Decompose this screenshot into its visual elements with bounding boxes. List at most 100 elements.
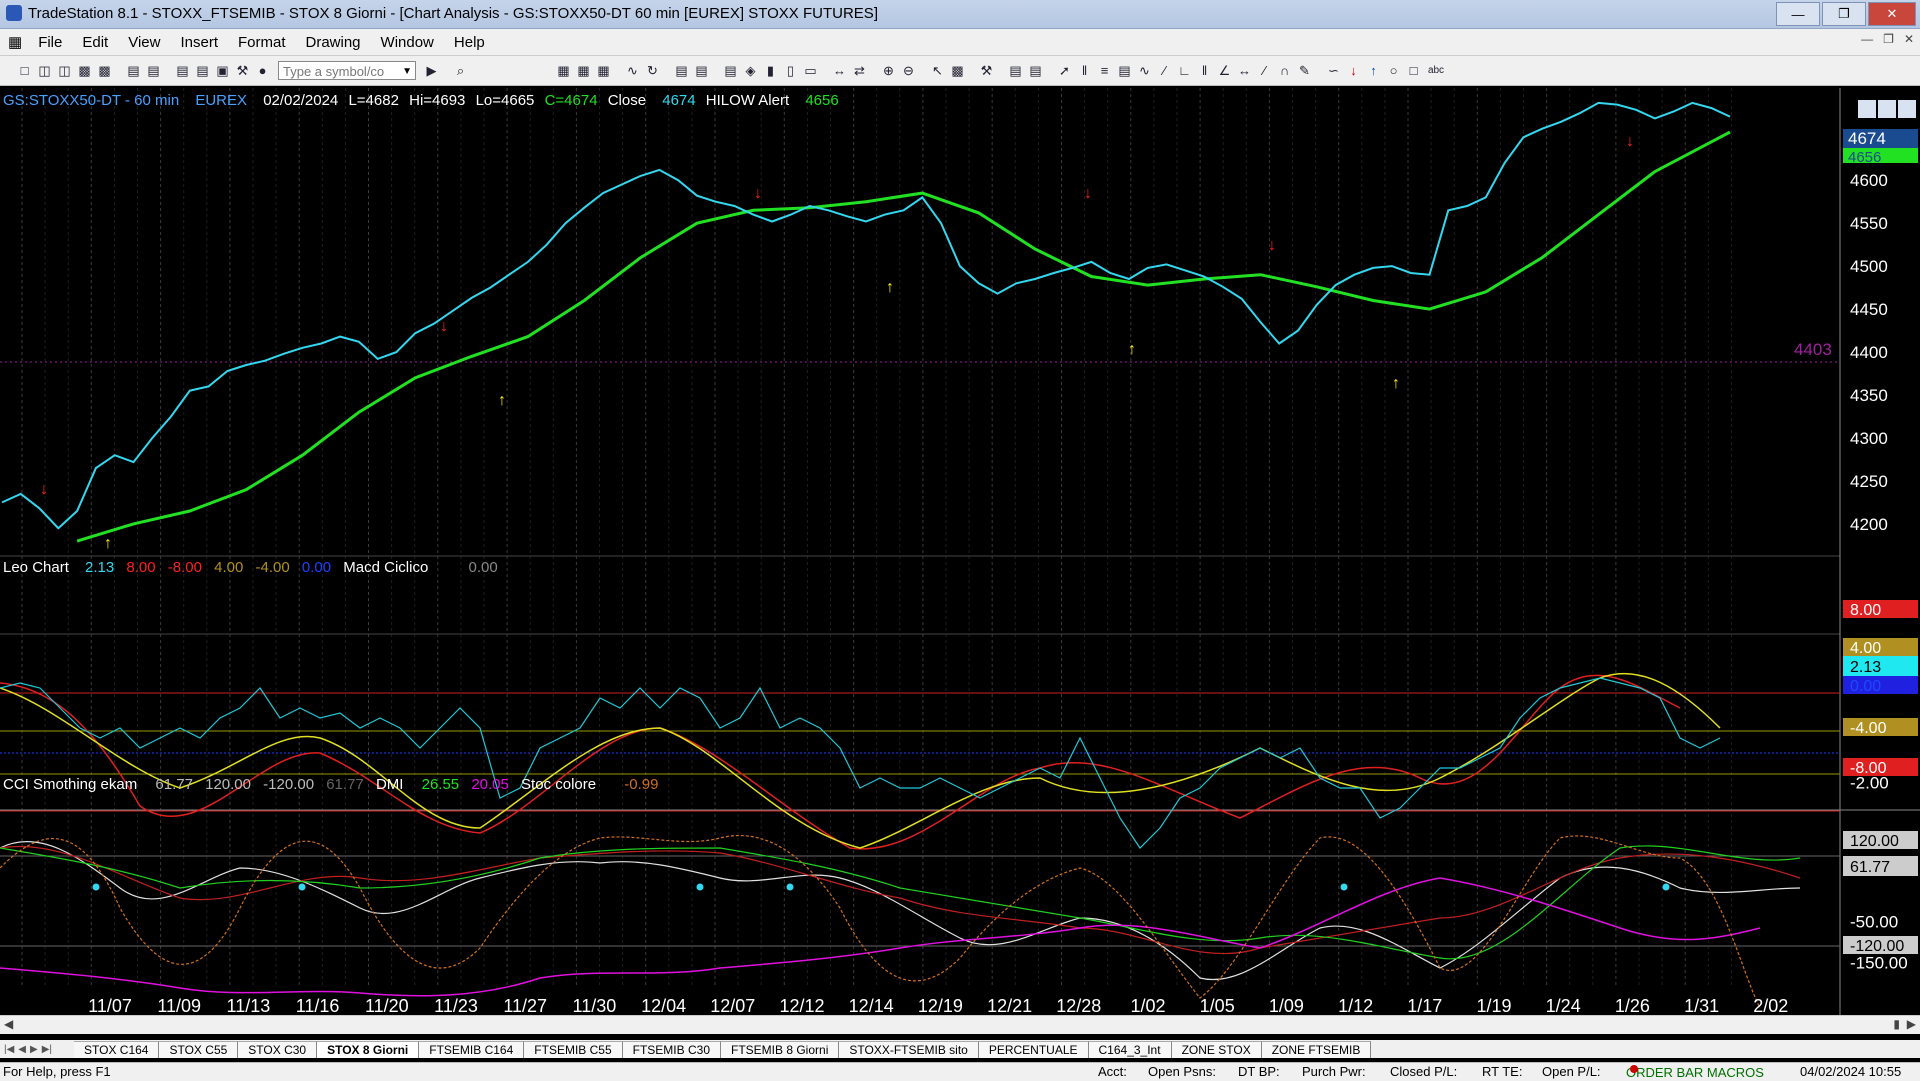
- radar-icon[interactable]: ▤: [722, 62, 739, 79]
- next-tab-icon[interactable]: ▶: [30, 1044, 38, 1055]
- candle-chart-icon[interactable]: ▮: [762, 62, 779, 79]
- menu-view[interactable]: View: [118, 34, 170, 51]
- chart-canvas[interactable]: 4600 4550 4500 4450 4400 4350 4300 4250 4200 ↓ ↓…: [0, 88, 1920, 1075]
- workspace-tab[interactable]: STOX 8 Giorni: [317, 1040, 420, 1058]
- close-button[interactable]: ✕: [1868, 2, 1916, 26]
- new-icon[interactable]: □: [16, 62, 33, 79]
- workspace-tab[interactable]: C164_3_Int: [1088, 1040, 1172, 1058]
- print-preview-icon[interactable]: ▤: [125, 62, 142, 79]
- save-workspace-icon[interactable]: ▩: [96, 62, 113, 79]
- workspace-tab[interactable]: STOX C164: [74, 1040, 160, 1058]
- horizontal-scrollbar[interactable]: ◀ ▮ ▶: [0, 1015, 1920, 1034]
- arrow-both-icon[interactable]: ↔: [1236, 62, 1253, 79]
- chevron-down-icon[interactable]: ▼: [402, 62, 412, 81]
- first-tab-icon[interactable]: |◀: [4, 1044, 14, 1055]
- curve-icon[interactable]: ∽: [1325, 62, 1342, 79]
- scroll-left-icon[interactable]: ◀: [4, 1017, 13, 1031]
- tools-icon[interactable]: ⚒: [234, 62, 251, 79]
- vertical-lines-icon[interactable]: ‖: [1076, 62, 1093, 79]
- restore-button[interactable]: ❐: [1822, 2, 1866, 26]
- workspace-tab[interactable]: ZONE FTSEMIB: [1261, 1040, 1372, 1058]
- workspace-tab[interactable]: FTSEMIB C55: [524, 1040, 623, 1058]
- menu-help[interactable]: Help: [444, 34, 495, 51]
- zoom-out-icon[interactable]: ⊖: [900, 62, 917, 79]
- sell-arrow-icon: ↓: [1626, 133, 1634, 150]
- menu-window[interactable]: Window: [371, 34, 444, 51]
- grid-icon[interactable]: ▦: [555, 62, 572, 79]
- horizontal-lines-icon[interactable]: ≡: [1096, 62, 1113, 79]
- workspace-tab[interactable]: STOX C30: [238, 1040, 318, 1058]
- document-icon[interactable]: ▦: [0, 33, 28, 51]
- workspace-tab[interactable]: PERCENTUALE: [978, 1040, 1089, 1058]
- chart-icon[interactable]: ∿: [624, 62, 641, 79]
- retracement-icon[interactable]: ∟: [1176, 62, 1193, 79]
- menu-edit[interactable]: Edit: [72, 34, 118, 51]
- grid-icon-2[interactable]: ▦: [575, 62, 592, 79]
- last-tab-icon[interactable]: ▶|: [42, 1044, 52, 1055]
- price-tick-label: 4250: [1850, 472, 1888, 491]
- gann-icon[interactable]: ∕: [1156, 62, 1173, 79]
- workspace-tab[interactable]: ZONE STOX: [1171, 1040, 1262, 1058]
- globe-icon[interactable]: ●: [254, 62, 271, 79]
- speed-lines-icon[interactable]: ‖: [1196, 62, 1213, 79]
- scroll-right-icon[interactable]: ▶: [1907, 1017, 1916, 1031]
- trendline-icon[interactable]: ➚: [1056, 62, 1073, 79]
- bar-chart-icon[interactable]: ▯: [782, 62, 799, 79]
- text-tool-icon[interactable]: abc: [1425, 62, 1447, 79]
- scanner-icon[interactable]: ▤: [673, 62, 690, 79]
- arrow-down-icon[interactable]: ↓: [1345, 62, 1362, 79]
- options-icon[interactable]: ◈: [742, 62, 759, 79]
- arc-icon[interactable]: ∩: [1276, 62, 1293, 79]
- open-workspace-icon[interactable]: ◫: [56, 62, 73, 79]
- workspace-tab[interactable]: STOXX-FTSEMIB sito: [839, 1040, 979, 1058]
- window-link-icon[interactable]: ▤: [194, 62, 211, 79]
- mdi-minimize-button[interactable]: —: [1861, 32, 1873, 46]
- scroll-thumb[interactable]: ▮: [1893, 1017, 1900, 1031]
- zoom-in-icon[interactable]: ⊕: [880, 62, 897, 79]
- line-chart-icon[interactable]: ▭: [802, 62, 819, 79]
- mdi-close-button[interactable]: ✕: [1904, 32, 1914, 46]
- arrow-up-icon[interactable]: ↑: [1365, 62, 1382, 79]
- matrix-icon[interactable]: ▤: [693, 62, 710, 79]
- open-icon[interactable]: ◫: [36, 62, 53, 79]
- ellipse-icon[interactable]: ○: [1385, 62, 1402, 79]
- insert-strategy-icon[interactable]: ▤: [1007, 62, 1024, 79]
- pointer-icon[interactable]: ↖: [929, 62, 946, 79]
- refresh-icon[interactable]: ↻: [644, 62, 661, 79]
- menu-drawing[interactable]: Drawing: [296, 34, 371, 51]
- cci-tick-label: -50.00: [1850, 913, 1898, 932]
- workspace-tab[interactable]: FTSEMIB 8 Giorni: [721, 1040, 840, 1058]
- compress-bars-icon[interactable]: ⇄: [851, 62, 868, 79]
- table-icon[interactable]: ▦: [595, 62, 612, 79]
- mdi-restore-button[interactable]: ❐: [1883, 32, 1894, 46]
- go-arrow-icon[interactable]: ▶: [423, 62, 440, 79]
- sell-arrow-icon: ↓: [440, 318, 448, 335]
- workspace-tab[interactable]: FTSEMIB C30: [622, 1040, 721, 1058]
- menu-file[interactable]: File: [28, 34, 72, 51]
- channel-icon[interactable]: ▤: [1116, 62, 1133, 79]
- chart-analysis-window[interactable]: 4600 4550 4500 4450 4400 4350 4300 4250 4200 ↓ ↓…: [0, 88, 1920, 1075]
- fibonacci-icon[interactable]: ∿: [1136, 62, 1153, 79]
- lock-icon[interactable]: ▣: [214, 62, 231, 79]
- prev-tab-icon[interactable]: ◀: [18, 1044, 26, 1055]
- zoom-bars-icon[interactable]: ↔: [831, 62, 848, 79]
- parallel-icon[interactable]: ∕: [1256, 62, 1273, 79]
- price-tick-label: 4200: [1850, 515, 1888, 534]
- menu-insert[interactable]: Insert: [170, 34, 228, 51]
- rectangle-icon[interactable]: □: [1405, 62, 1422, 79]
- format-icon[interactable]: ▤: [1027, 62, 1044, 79]
- workspace-tab[interactable]: STOX C55: [159, 1040, 239, 1058]
- minimize-button[interactable]: —: [1776, 2, 1820, 26]
- andrews-icon[interactable]: ∠: [1216, 62, 1233, 79]
- pen-icon[interactable]: ✎: [1296, 62, 1313, 79]
- wrench-icon[interactable]: ⚒: [978, 62, 995, 79]
- window-layout-icon[interactable]: ▤: [174, 62, 191, 79]
- indicator-icon[interactable]: ▩: [949, 62, 966, 79]
- print-icon[interactable]: ▤: [145, 62, 162, 79]
- search-icon[interactable]: ⌕: [452, 62, 469, 79]
- date-label: 02/02/2024: [263, 92, 338, 109]
- workspace-tab[interactable]: FTSEMIB C164: [419, 1040, 525, 1058]
- symbol-input[interactable]: Type a symbol/co ▼: [278, 61, 416, 80]
- save-icon[interactable]: ▩: [76, 62, 93, 79]
- menu-format[interactable]: Format: [228, 34, 296, 51]
